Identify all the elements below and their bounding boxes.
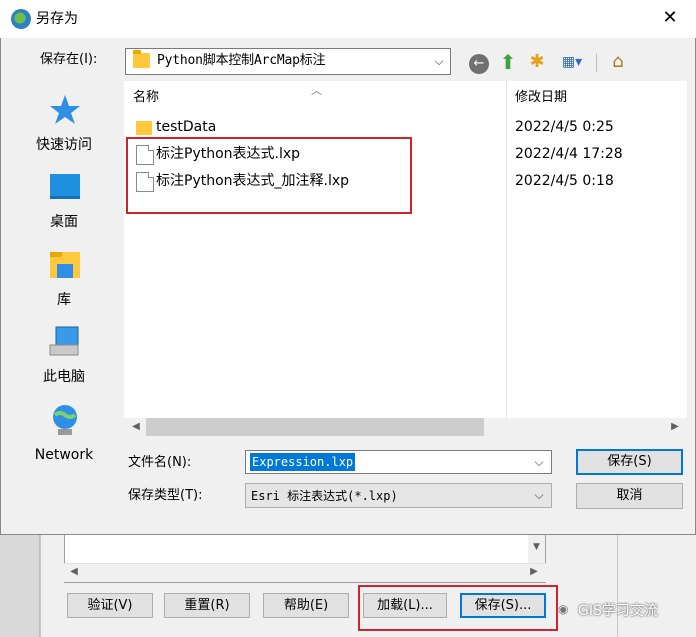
place-label: 快速访问 [36, 137, 92, 153]
quick-access-star-icon [50, 95, 80, 124]
place-label: 桌面 [50, 214, 78, 230]
desktop-icon [50, 174, 80, 199]
folder-icon [136, 121, 152, 135]
highlight-box-lxp-files [126, 137, 412, 214]
file-date: 2022/4/4 17:28 [515, 146, 623, 162]
chevron-down-icon[interactable]: ⌵ [432, 53, 446, 69]
column-header-name[interactable]: 名称 [133, 89, 159, 107]
view-menu-icon[interactable]: ▦▾ [556, 50, 588, 74]
toolbar-separator [596, 54, 597, 72]
network-icon [53, 405, 77, 435]
title-bar [0, 0, 696, 38]
new-folder-icon[interactable]: ✱ [525, 50, 549, 74]
verify-button[interactable]: 验证(V) [67, 593, 153, 618]
help-button[interactable]: 帮助(E) [263, 593, 349, 618]
scroll-left-arrow-icon[interactable]: ◀ [68, 566, 80, 578]
chevron-down-icon[interactable]: ⌵ [532, 454, 546, 470]
file-date: 2022/4/5 0:25 [515, 119, 614, 135]
save-in-value: Python脚本控制ArcMap标注 [157, 53, 326, 68]
filename-value[interactable]: Expression.lxp [250, 453, 356, 471]
place-this-pc[interactable]: 此电脑 [12, 325, 116, 395]
scroll-left-arrow-icon[interactable]: ◀ [129, 420, 143, 434]
place-label: 库 [57, 292, 71, 308]
column-header-date[interactable]: 修改日期 [515, 89, 567, 107]
file-date: 2022/4/5 0:18 [515, 173, 614, 189]
place-quick-access[interactable]: 快速访问 [12, 93, 116, 163]
highlight-box-load-save [358, 585, 558, 631]
folder-icon [133, 50, 150, 68]
place-library[interactable]: 库 [12, 248, 116, 318]
background-left-strip [0, 535, 40, 637]
filename-label: 文件名(N): [128, 455, 192, 470]
textarea-horizontal-scrollbar[interactable] [64, 563, 546, 582]
cancel-button[interactable]: 取消 [576, 483, 683, 509]
filetype-label: 保存类型(T): [128, 488, 203, 503]
scrollbar-thumb[interactable] [146, 418, 484, 436]
up-folder-icon[interactable]: ⬆ [496, 50, 520, 74]
place-label: Network [34, 447, 94, 463]
home-icon[interactable]: ⌂ [606, 50, 630, 74]
close-icon[interactable]: ✕ [660, 8, 680, 28]
save-button[interactable]: 保存(S) [576, 449, 683, 475]
reset-button[interactable]: 重置(R) [164, 593, 250, 618]
sort-ascending-icon: ︿ [311, 84, 322, 97]
chevron-down-icon[interactable]: ⌵ [532, 487, 546, 503]
place-desktop[interactable]: 桌面 [12, 170, 116, 240]
dialog-title: 另存为 [36, 11, 78, 27]
watermark-text: GIS学习交流 [578, 603, 658, 619]
scroll-right-arrow-icon[interactable]: ▶ [668, 420, 682, 434]
library-icon [50, 252, 80, 278]
file-name: testData [156, 119, 217, 135]
place-network[interactable]: Network [12, 403, 116, 473]
scroll-down-arrow-icon[interactable]: ▼ [532, 543, 541, 552]
scroll-right-arrow-icon[interactable]: ▶ [528, 566, 540, 578]
save-in-label: 保存在(I): [40, 52, 98, 67]
arcmap-app-icon [11, 9, 31, 29]
this-pc-icon [49, 326, 79, 356]
back-arrow-icon[interactable]: ← [467, 50, 491, 74]
place-label: 此电脑 [43, 369, 85, 385]
filetype-value: Esri 标注表达式(*.lxp) [251, 489, 398, 503]
